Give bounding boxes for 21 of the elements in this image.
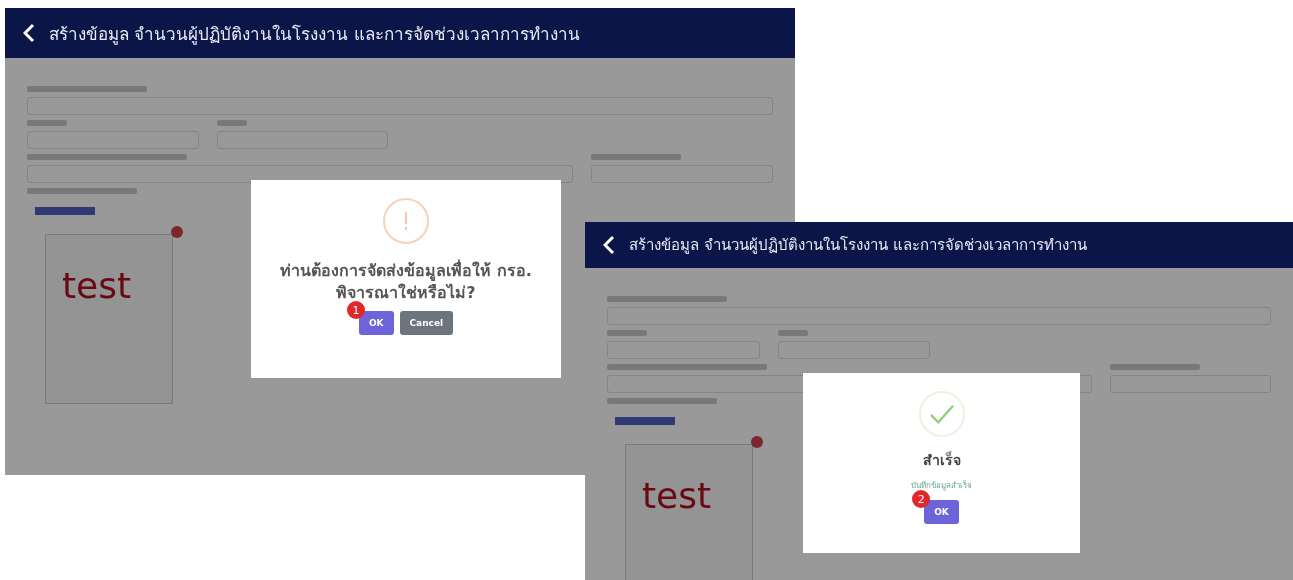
number-field[interactable]: [27, 165, 573, 183]
back-icon[interactable]: [23, 23, 35, 43]
ok-button[interactable]: OK: [924, 500, 959, 524]
dialog-message: บันทึกข้อมูลสำเร็จ: [911, 479, 972, 492]
ok-button[interactable]: OK: [358, 311, 394, 336]
dialog-message: ท่านต้องการจัดส่งข้อมูลเพื่อให้ กรอ. พิจารณาใช่หรือไม่?: [279, 260, 533, 304]
step-badge: 1: [346, 301, 365, 320]
back-icon[interactable]: [603, 235, 615, 255]
dialog-heading: สำเร็จ: [922, 450, 961, 470]
step-badge: 2: [912, 490, 931, 508]
remove-icon[interactable]: [171, 226, 183, 238]
cancel-button[interactable]: Cancel: [399, 311, 454, 336]
check-icon: [918, 391, 965, 437]
attach-link[interactable]: [35, 207, 95, 215]
image-text: test: [62, 265, 132, 306]
image-text: test: [642, 475, 712, 516]
warning-icon: [383, 198, 429, 244]
attach-link[interactable]: [615, 417, 675, 425]
remove-icon[interactable]: [751, 436, 763, 448]
page-title: สร้างข้อมูล จำนวนผู้ปฏิบัติงานในโรงงาน และการจัดช่วงเวลาการทำงาน: [629, 235, 1087, 256]
page-title: สร้างข้อมูล จำนวนผู้ปฏิบัติงานในโรงงาน และการจัดช่วงเวลาการทำงาน: [49, 22, 580, 47]
